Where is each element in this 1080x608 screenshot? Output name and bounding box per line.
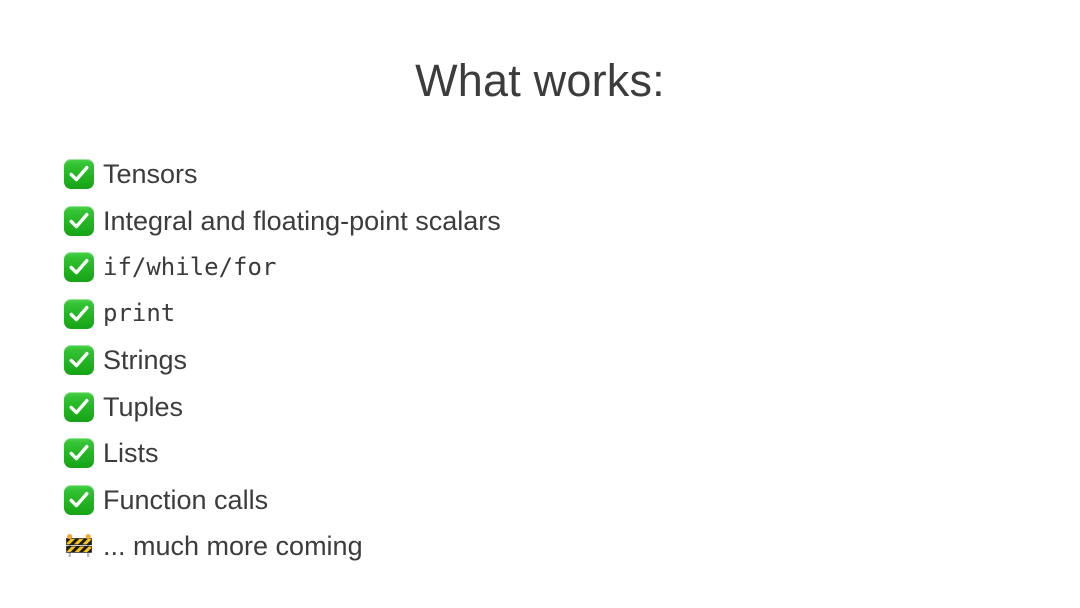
check-mark-button-icon xyxy=(64,251,96,283)
presentation-slide: What works: Tensors Integral and floatin… xyxy=(0,0,1080,608)
check-mark-button-icon xyxy=(64,391,96,423)
list-item: if/while/for xyxy=(64,244,501,291)
list-item: ... much more coming xyxy=(64,523,501,570)
check-mark-button-icon xyxy=(64,205,96,237)
list-item: Tuples xyxy=(64,384,501,431)
list-item-label: Integral and floating-point scalars xyxy=(103,205,501,236)
list-item-label: print xyxy=(103,299,176,328)
list-item-label: Function calls xyxy=(103,484,269,515)
construction-icon xyxy=(64,530,96,562)
list-item-label: Tensors xyxy=(103,159,198,190)
list-item-label: if/while/for xyxy=(103,252,277,281)
check-mark-button-icon xyxy=(64,484,96,516)
list-item: Integral and floating-point scalars xyxy=(64,198,501,245)
list-item: Tensors xyxy=(64,151,501,198)
list-item: Lists xyxy=(64,430,501,477)
list-item: Strings xyxy=(64,337,501,384)
check-mark-button-icon xyxy=(64,158,96,190)
check-mark-button-icon xyxy=(64,298,96,330)
list-item-label: Strings xyxy=(103,345,188,376)
list-item: print xyxy=(64,291,501,338)
list-item-label: Tuples xyxy=(103,391,184,422)
feature-list: Tensors Integral and floating-point scal… xyxy=(64,151,501,570)
check-mark-button-icon xyxy=(64,437,96,469)
page-title: What works: xyxy=(415,55,665,106)
list-item: Function calls xyxy=(64,477,501,524)
list-item-label: ... much more coming xyxy=(103,531,363,562)
list-item-label: Lists xyxy=(103,438,159,469)
check-mark-button-icon xyxy=(64,344,96,376)
